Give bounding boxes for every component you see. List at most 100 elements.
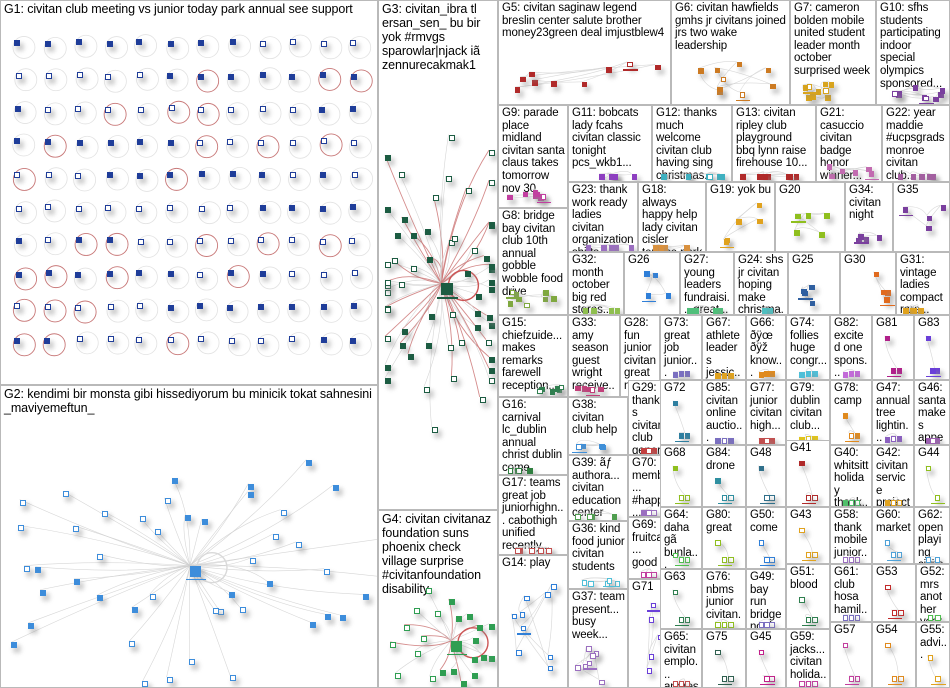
node[interactable]: [721, 557, 728, 563]
node[interactable]: [73, 578, 80, 585]
node[interactable]: [320, 171, 327, 178]
node[interactable]: [575, 385, 581, 392]
node[interactable]: [715, 373, 721, 379]
group-box-g46[interactable]: G46: santa makes appea...: [914, 380, 950, 445]
node[interactable]: [575, 514, 581, 520]
node[interactable]: [551, 81, 557, 87]
group-box-g64[interactable]: G64: daha gã bunla...: [660, 507, 702, 569]
node[interactable]: [890, 552, 897, 558]
node[interactable]: [13, 137, 20, 144]
node[interactable]: [715, 438, 721, 444]
node[interactable]: [135, 205, 142, 212]
node[interactable]: [644, 271, 650, 277]
node[interactable]: [407, 353, 414, 360]
node[interactable]: [288, 205, 295, 212]
node[interactable]: [96, 595, 103, 602]
group-box-g80[interactable]: G80: great: [702, 507, 746, 569]
node[interactable]: [693, 308, 699, 314]
node[interactable]: [196, 139, 203, 146]
node[interactable]: [320, 206, 327, 213]
node[interactable]: [522, 191, 529, 198]
node[interactable]: [434, 611, 441, 618]
node[interactable]: [196, 272, 203, 279]
node[interactable]: [678, 371, 685, 377]
node[interactable]: [489, 180, 495, 187]
node[interactable]: [547, 654, 554, 661]
node[interactable]: [288, 303, 295, 310]
group-box-g78[interactable]: G78: camp: [830, 380, 872, 445]
node[interactable]: [765, 67, 772, 74]
node[interactable]: [606, 578, 613, 584]
node[interactable]: [320, 40, 327, 47]
hub-node[interactable]: [190, 565, 201, 577]
node[interactable]: [672, 552, 679, 559]
node[interactable]: [74, 172, 81, 179]
group-box-g21[interactable]: G21: casuccio civitan badge honor winner…: [816, 105, 882, 182]
node[interactable]: [77, 71, 84, 78]
node[interactable]: [131, 607, 138, 614]
node[interactable]: [795, 213, 801, 220]
node[interactable]: [884, 297, 890, 303]
node[interactable]: [646, 668, 653, 674]
node[interactable]: [449, 312, 456, 318]
node[interactable]: [757, 218, 763, 225]
node[interactable]: [107, 270, 114, 277]
node[interactable]: [319, 72, 326, 79]
node[interactable]: [185, 515, 192, 522]
node[interactable]: [288, 271, 295, 278]
node[interactable]: [471, 656, 478, 663]
node[interactable]: [930, 438, 936, 444]
node[interactable]: [764, 676, 770, 682]
node[interactable]: [105, 107, 112, 114]
node[interactable]: [805, 495, 812, 501]
node[interactable]: [448, 345, 455, 352]
node[interactable]: [149, 594, 156, 601]
node[interactable]: [822, 81, 829, 88]
group-box-g19[interactable]: G19: yok bu: [706, 182, 775, 252]
node[interactable]: [529, 548, 535, 554]
node[interactable]: [259, 205, 266, 212]
node[interactable]: [138, 107, 145, 114]
node[interactable]: [333, 485, 340, 492]
node[interactable]: [15, 105, 22, 112]
node[interactable]: [289, 172, 296, 179]
node[interactable]: [648, 654, 655, 660]
group-box-g76[interactable]: G76: nbms junior civitan...: [702, 569, 746, 629]
node[interactable]: [75, 206, 82, 213]
node[interactable]: [534, 191, 541, 198]
group-box-g22[interactable]: G22: year maddie #ucpsgrads monroe civit…: [882, 105, 950, 182]
node[interactable]: [652, 272, 659, 279]
group-box-g72[interactable]: G72: [660, 380, 702, 445]
group-box-g37[interactable]: G37: team present... busy week...: [568, 589, 628, 688]
node[interactable]: [401, 216, 408, 223]
node[interactable]: [228, 73, 235, 80]
node[interactable]: [483, 255, 490, 262]
group-box-g5[interactable]: G5: civitan saginaw legend breslin cente…: [498, 0, 671, 105]
node[interactable]: [925, 557, 932, 563]
node[interactable]: [489, 287, 495, 294]
node[interactable]: [14, 172, 21, 179]
node[interactable]: [351, 270, 358, 277]
node[interactable]: [105, 205, 111, 212]
node[interactable]: [450, 668, 457, 675]
node[interactable]: [764, 495, 770, 501]
node[interactable]: [736, 61, 743, 68]
node[interactable]: [385, 307, 391, 314]
node[interactable]: [167, 73, 174, 80]
node[interactable]: [107, 172, 114, 179]
node[interactable]: [631, 174, 638, 180]
node[interactable]: [166, 204, 173, 211]
node[interactable]: [167, 270, 174, 277]
node[interactable]: [425, 229, 432, 236]
node[interactable]: [45, 72, 52, 79]
group-box-g45[interactable]: G45: [746, 629, 786, 688]
node[interactable]: [460, 681, 467, 687]
group-box-g23[interactable]: G23: thank work ready ladies civitan org…: [568, 182, 638, 252]
node[interactable]: [198, 171, 205, 178]
node[interactable]: [805, 371, 812, 377]
node[interactable]: [77, 140, 84, 147]
node[interactable]: [351, 171, 358, 178]
node[interactable]: [842, 615, 849, 621]
node[interactable]: [349, 204, 356, 211]
node[interactable]: [228, 237, 235, 244]
